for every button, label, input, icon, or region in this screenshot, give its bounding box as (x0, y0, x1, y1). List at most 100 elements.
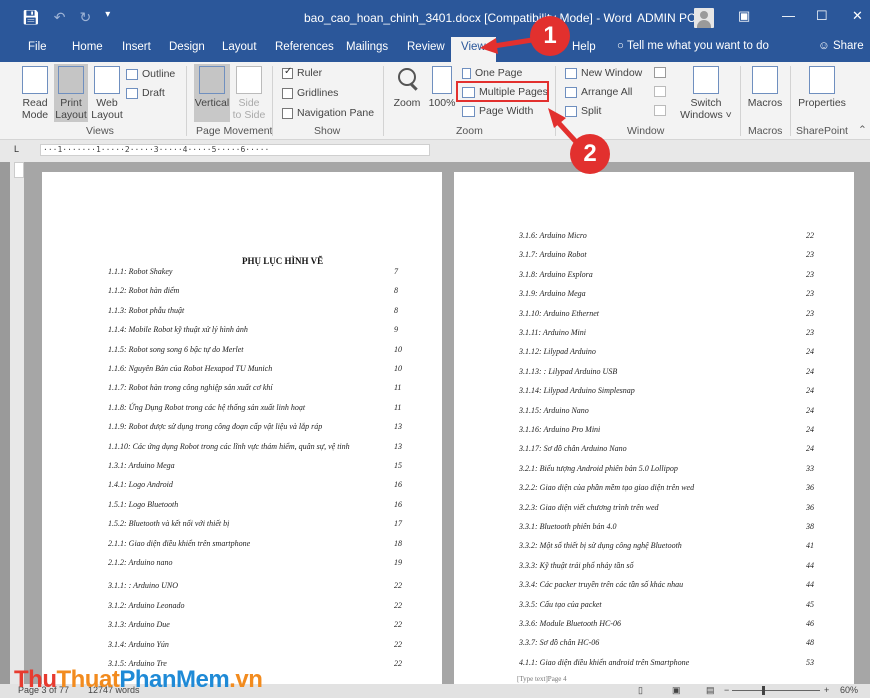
document-area[interactable]: PHỤ LỤC HÌNH VẼ 1.1.1: Robot Shakey 7 1.1.… (24, 162, 870, 684)
toc-entry[interactable]: 1.4.1: Logo Android 16 (108, 480, 402, 489)
zoom-level[interactable]: 60% (840, 685, 858, 695)
toc-entry[interactable]: 1.3.1: Arduino Mega 15 (108, 461, 402, 470)
macros-button[interactable]: Macros (744, 66, 786, 109)
toc-entry[interactable]: 1.5.2: Bluetooth và kết nối với thiết bị… (108, 519, 402, 528)
ruler-checkbox[interactable]: Ruler (282, 66, 322, 79)
toc-entry[interactable]: 1.1.1: Robot Shakey 7 (108, 267, 398, 276)
tab-file[interactable]: File (28, 41, 47, 53)
zoom-slider[interactable] (732, 690, 820, 691)
toc-entry[interactable]: 3.1.16: Arduino Pro Mini 24 (519, 425, 814, 434)
toc-entry[interactable]: 3.1.8: Arduino Esplora 23 (519, 270, 814, 279)
toc-entry[interactable]: 3.1.6: Arduino Micro 22 (519, 231, 814, 240)
close-icon[interactable]: ✕ (852, 8, 863, 24)
tab-review[interactable]: Review (407, 41, 445, 53)
toc-entry[interactable]: 3.3.6: Module Bluetooth HC-06 46 (519, 619, 814, 628)
page-right[interactable]: [Type text]Page 4 3.1.6: Arduino Micro 22… (454, 172, 854, 684)
toc-entry[interactable]: 3.1.11: Arduino Mini 23 (519, 328, 814, 337)
toc-entry[interactable]: 1.1.6: Nguyên Bản của Robot Hexapod TU M… (108, 364, 402, 373)
arrange-all-button[interactable]: Arrange All (565, 86, 632, 98)
toc-entry[interactable]: 4.1.1: Giao diện điều khiển android trên… (519, 658, 814, 667)
tab-design[interactable]: Design (169, 41, 205, 53)
web-layout-button[interactable]: Web Layout (90, 66, 124, 121)
toc-entry[interactable]: 1.1.2: Robot hàn điểm 8 (108, 286, 398, 295)
ribbon-display-icon[interactable]: ▣ (738, 8, 750, 24)
switch-windows-button[interactable]: Switch Windows ˅ (680, 66, 732, 121)
tab-insert[interactable]: Insert (122, 41, 151, 53)
navigation-pane-checkbox[interactable]: Navigation Pane (282, 107, 374, 119)
read-mode-status-icon[interactable]: ▯ (638, 685, 643, 696)
tab-home[interactable]: Home (72, 41, 103, 53)
toc-entry[interactable]: 3.1.7: Arduino Robot 23 (519, 250, 814, 259)
tab-help[interactable]: Help (572, 41, 596, 53)
horizontal-ruler[interactable]: ···1·······1·····2·····3·····4·····5····… (40, 144, 430, 156)
collapse-ribbon-icon[interactable]: ⌃ (858, 124, 867, 136)
toc-entry[interactable]: 3.1.3: Arduino Due 22 (108, 620, 402, 629)
tab-references[interactable]: References (275, 41, 334, 53)
view-side-by-side-button[interactable] (654, 67, 666, 78)
toc-entry[interactable]: 3.1.14: Lilypad Arduino Simplesnap 24 (519, 386, 814, 395)
toc-entry[interactable]: 1.1.7: Robot hàn trong công nghiệp sản x… (108, 383, 401, 392)
toc-entry[interactable]: 1.1.5: Robot song song 6 bậc tự do Merle… (108, 345, 402, 354)
page-left[interactable]: PHỤ LỤC HÌNH VẼ 1.1.1: Robot Shakey 7 1.1.… (42, 172, 442, 684)
toc-entry[interactable]: 3.1.9: Arduino Mega 23 (519, 289, 814, 298)
toc-entry[interactable]: 1.1.8: Ứng Dụng Robot trong các hệ thống… (108, 403, 401, 412)
page-width-button[interactable]: Page Width (462, 105, 533, 117)
web-layout-status-icon[interactable]: ▤ (706, 685, 715, 696)
print-layout-button[interactable]: Print Layout (54, 64, 88, 122)
tab-layout[interactable]: Layout (222, 41, 257, 53)
toc-entry[interactable]: 3.3.2: Một số thiết bị sử dụng công nghệ… (519, 541, 814, 550)
tab-view[interactable]: View (451, 37, 496, 62)
customize-qat-icon[interactable]: ▾ (105, 9, 110, 26)
toc-entry[interactable]: 1.5.1: Logo Bluetooth 16 (108, 500, 402, 509)
tab-selector-icon[interactable]: L (14, 144, 24, 154)
zoom-in-icon[interactable]: + (824, 685, 829, 695)
toc-entry[interactable]: 3.1.17: Sơ đồ chân Arduino Nano 24 (519, 444, 814, 453)
properties-button[interactable]: Properties (796, 66, 848, 109)
draft-button[interactable]: Draft (126, 87, 165, 99)
toc-entry[interactable]: 3.1.1: : Arduino UNO 22 (108, 581, 402, 590)
gridlines-checkbox[interactable]: Gridlines (282, 87, 338, 99)
reset-window-position-button[interactable] (654, 105, 666, 116)
avatar[interactable] (694, 8, 714, 28)
save-icon[interactable]: 💾︎ (22, 9, 40, 26)
account-name[interactable]: ADMIN PC (637, 11, 696, 25)
minimize-icon[interactable]: — (782, 8, 795, 23)
toc-entry[interactable]: 3.3.1: Bluetooth phiên bản 4.0 38 (519, 522, 814, 531)
new-window-button[interactable]: New Window (565, 67, 642, 79)
zoom-slider-handle[interactable] (762, 686, 765, 695)
toc-entry[interactable]: 1.1.9: Robot được sử dụng trong công đoạ… (108, 422, 402, 431)
toc-entry[interactable]: 3.1.2: Arduino Leonado 22 (108, 601, 402, 610)
toc-entry[interactable]: 3.3.5: Cấu tạo của packet 45 (519, 600, 814, 609)
toc-entry[interactable]: 3.1.4: Arduino Yún 22 (108, 640, 402, 649)
split-button[interactable]: Split (565, 105, 601, 117)
toc-entry[interactable]: 3.1.15: Arduino Nano 24 (519, 406, 814, 415)
undo-icon[interactable]: ↶ (54, 9, 66, 26)
outline-button[interactable]: Outline (126, 68, 175, 80)
vertical-ruler[interactable] (10, 162, 24, 688)
share-button[interactable]: ☺ Share (818, 40, 864, 52)
toc-entry[interactable]: 3.3.4: Các packer truyền trên các tần số… (519, 580, 814, 589)
toc-entry[interactable]: 3.2.2: Giao diện của phần mềm tạo giao d… (519, 483, 814, 492)
tell-me-search[interactable]: ○ Tell me what you want to do (617, 40, 769, 52)
synchronous-scrolling-button[interactable] (654, 86, 666, 97)
toc-entry[interactable]: 3.1.12: Lilypad Arduino 24 (519, 347, 814, 356)
toc-entry[interactable]: 2.1.1: Giao diện điều khiển trên smartph… (108, 539, 402, 548)
tab-mailings[interactable]: Mailings (346, 41, 388, 53)
toc-entry[interactable]: 1.1.3: Robot phẫu thuật 8 (108, 306, 398, 315)
toc-entry[interactable]: 1.1.4: Mobile Robot kỹ thuật xử lý hình … (108, 325, 398, 334)
one-page-button[interactable]: One Page (462, 67, 522, 79)
toc-entry[interactable]: 3.2.1: Biểu tượng Android phiên bản 5.0 … (519, 464, 814, 473)
zoom-out-icon[interactable]: − (724, 685, 729, 695)
vertical-button[interactable]: Vertical (194, 64, 230, 122)
zoom-button[interactable]: Zoom (390, 66, 424, 109)
toc-entry[interactable]: 1.1.10: Các ứng dụng Robot trong các lĩn… (108, 442, 402, 451)
toc-entry[interactable]: 3.1.13: : Lilypad Arduino USB 24 (519, 367, 814, 376)
maximize-icon[interactable]: ☐ (816, 8, 828, 24)
print-layout-status-icon[interactable]: ▣ (672, 685, 681, 696)
side-to-side-button[interactable]: Side to Side (232, 66, 266, 121)
zoom-100-button[interactable]: 100% (426, 66, 458, 109)
toc-entry[interactable]: 3.3.7: Sơ đồ chân HC-06 48 (519, 638, 814, 647)
toc-entry[interactable]: 2.1.2: Arduino nano 19 (108, 558, 402, 567)
redo-icon[interactable]: ↻ (80, 9, 92, 26)
toc-entry[interactable]: 3.3.3: Kỹ thuật trải phổ nhảy tần số 44 (519, 561, 814, 570)
